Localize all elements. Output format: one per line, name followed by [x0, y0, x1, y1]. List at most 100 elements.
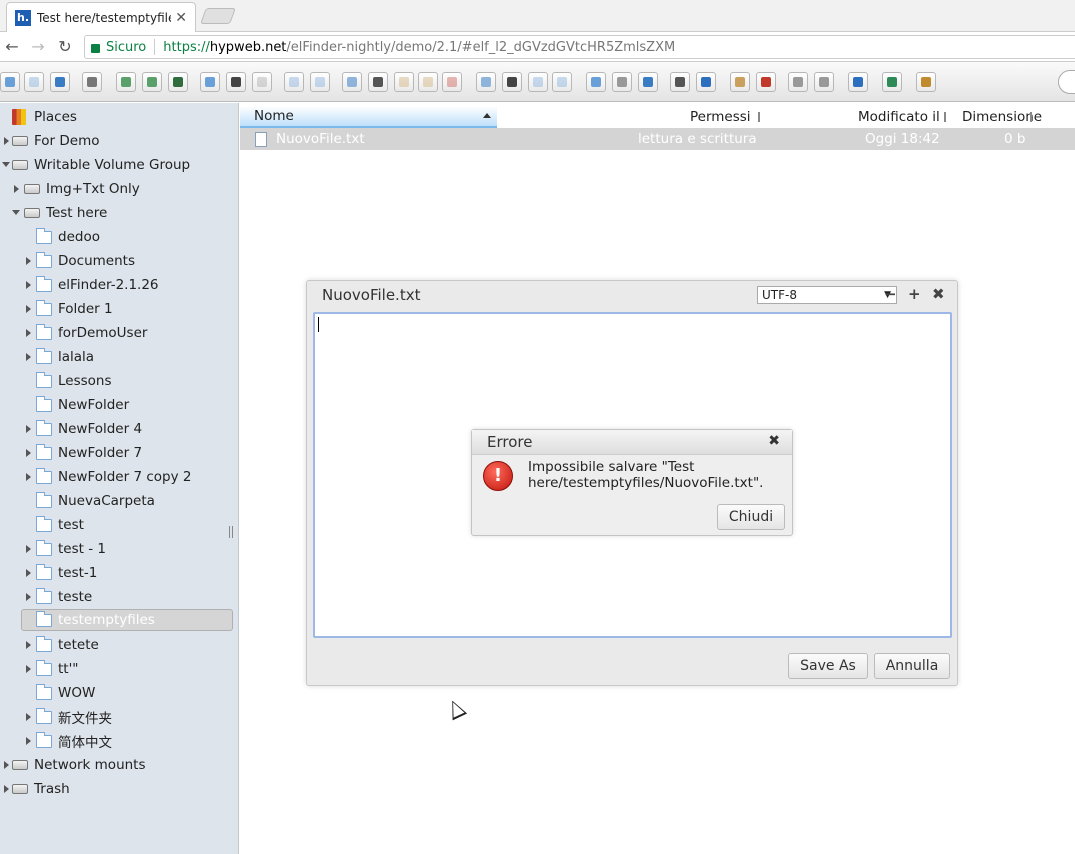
- file-row[interactable]: NuovoFile.txt lettura e scrittura Oggi 1…: [240, 128, 1075, 150]
- forward-button[interactable]: [24, 72, 44, 92]
- tree-resize-handle[interactable]: [229, 526, 233, 538]
- expand-icon[interactable]: [26, 449, 31, 457]
- close-icon[interactable]: ✖: [768, 433, 780, 449]
- browser-tab[interactable]: h. Test here/testemptyfiles ✕: [6, 2, 196, 32]
- tree-item-lessons[interactable]: Lessons: [36, 370, 112, 392]
- column-header-perms[interactable]: Permessi: [690, 106, 751, 128]
- view-list-button[interactable]: [612, 72, 632, 92]
- tree-item-newfolder[interactable]: NewFolder: [36, 394, 129, 416]
- expand-icon[interactable]: [26, 641, 31, 649]
- column-header-modified[interactable]: Modificato il: [858, 106, 940, 128]
- paste-button[interactable]: [394, 72, 414, 92]
- forward-icon[interactable]: →: [28, 37, 48, 57]
- copy-button[interactable]: [342, 72, 362, 92]
- rename-button[interactable]: [476, 72, 496, 92]
- tree-item-wow[interactable]: WOW: [36, 682, 95, 704]
- new-folder-button[interactable]: [116, 72, 136, 92]
- search-field[interactable]: [1058, 70, 1075, 94]
- remove-button[interactable]: [442, 72, 462, 92]
- view-icons-button[interactable]: [586, 72, 606, 92]
- expand-icon[interactable]: [26, 281, 31, 289]
- info-button[interactable]: [696, 72, 716, 92]
- tree-item-writable-volume-group[interactable]: Writable Volume Group: [12, 154, 190, 176]
- crop-button[interactable]: [552, 72, 572, 92]
- duplicate-button[interactable]: [418, 72, 438, 92]
- tree-item-newfolder-7-copy-2[interactable]: NewFolder 7 copy 2: [36, 466, 191, 488]
- expand-icon[interactable]: [4, 137, 9, 145]
- preview-button[interactable]: [670, 72, 690, 92]
- close-button[interactable]: Chiudi: [717, 504, 785, 530]
- tree-item-newfolder-7[interactable]: NewFolder 7: [36, 442, 142, 464]
- expand-icon[interactable]: [26, 353, 31, 361]
- expand-icon[interactable]: [26, 305, 31, 313]
- tree-item-testemptyfiles[interactable]: testemptyfiles: [21, 609, 233, 631]
- expand-icon[interactable]: [4, 785, 9, 793]
- tree-item-nuevacarpeta[interactable]: NuevaCarpeta: [36, 490, 155, 512]
- expand-icon[interactable]: [26, 713, 31, 721]
- cut-button[interactable]: [368, 72, 388, 92]
- expand-icon[interactable]: [26, 257, 31, 265]
- tree-item-test[interactable]: test: [36, 514, 84, 536]
- new-tab-button[interactable]: [200, 8, 236, 24]
- expand-icon[interactable]: [26, 665, 31, 673]
- help-button[interactable]: [848, 72, 868, 92]
- logout-button[interactable]: [916, 72, 936, 92]
- tree-item-for-demo[interactable]: For Demo: [12, 130, 100, 152]
- archive-button[interactable]: [756, 72, 776, 92]
- expand-icon[interactable]: [26, 473, 31, 481]
- tree-item-newfolder-4[interactable]: NewFolder 4: [36, 418, 142, 440]
- expand-icon[interactable]: [4, 761, 9, 769]
- edit-button[interactable]: [502, 72, 522, 92]
- undo-button[interactable]: [284, 72, 304, 92]
- back-button[interactable]: [0, 72, 20, 92]
- reload-icon[interactable]: ↻: [55, 37, 75, 57]
- tree-item-elfinder[interactable]: elFinder-2.1.26: [36, 274, 159, 296]
- tree-item-chinese-new-folder[interactable]: 新文件夹: [36, 706, 112, 728]
- tree-item-test-1-spaced[interactable]: test - 1: [36, 538, 106, 560]
- tree-item-img-txt-only[interactable]: Img+Txt Only: [24, 178, 140, 200]
- tree-item-documents[interactable]: Documents: [36, 250, 135, 272]
- netmount-button[interactable]: [814, 72, 834, 92]
- tree-item-simplified-chinese[interactable]: 简体中文: [36, 730, 112, 752]
- expand-icon[interactable]: [26, 737, 31, 745]
- column-resize-handle[interactable]: [1030, 112, 1032, 122]
- sort-button[interactable]: [788, 72, 808, 92]
- view-tree-button[interactable]: [638, 72, 658, 92]
- extract-button[interactable]: [730, 72, 750, 92]
- encoding-select[interactable]: UTF-8: [757, 286, 897, 304]
- maximize-icon[interactable]: +: [908, 285, 921, 303]
- column-resize-handle[interactable]: [944, 112, 946, 122]
- up-button[interactable]: [50, 72, 70, 92]
- expand-icon[interactable]: [26, 329, 31, 337]
- minimize-icon[interactable]: −: [884, 285, 897, 303]
- expand-icon[interactable]: [14, 185, 19, 193]
- expand-icon[interactable]: [26, 545, 31, 553]
- tree-item-tetete[interactable]: tetete: [36, 634, 99, 656]
- back-icon[interactable]: ←: [2, 37, 22, 57]
- tree-item-network-mounts[interactable]: Network mounts: [12, 754, 146, 776]
- new-file-button[interactable]: [142, 72, 162, 92]
- tree-item-lalala[interactable]: lalala: [36, 346, 94, 368]
- close-icon[interactable]: ✖: [932, 285, 945, 303]
- redo-button[interactable]: [310, 72, 330, 92]
- expand-icon[interactable]: [26, 569, 31, 577]
- close-tab-icon[interactable]: ✕: [175, 10, 187, 26]
- url-field[interactable]: Sicuro https://hypweb.net/elFinder-night…: [84, 35, 1075, 59]
- tree-item-fordemouser[interactable]: forDemoUser: [36, 322, 147, 344]
- home-button[interactable]: [82, 72, 102, 92]
- tree-item-trash[interactable]: Trash: [12, 778, 70, 800]
- tree-item-test-1[interactable]: test-1: [36, 562, 97, 584]
- upload-button[interactable]: [168, 72, 188, 92]
- tree-item-tt[interactable]: tt'": [36, 658, 79, 680]
- tree-item-folder-1[interactable]: Folder 1: [36, 298, 113, 320]
- fullscreen-button[interactable]: [882, 72, 902, 92]
- save-button[interactable]: [226, 72, 246, 92]
- tree-item-test-here[interactable]: Test here: [24, 202, 107, 224]
- expand-icon[interactable]: [26, 593, 31, 601]
- tree-item-teste[interactable]: teste: [36, 586, 92, 608]
- column-resize-handle[interactable]: [758, 112, 760, 122]
- tree-item-dedoo[interactable]: dedoo: [36, 226, 100, 248]
- expand-icon[interactable]: [26, 425, 31, 433]
- select-button[interactable]: [252, 72, 272, 92]
- save-as-button[interactable]: Save As: [788, 653, 868, 679]
